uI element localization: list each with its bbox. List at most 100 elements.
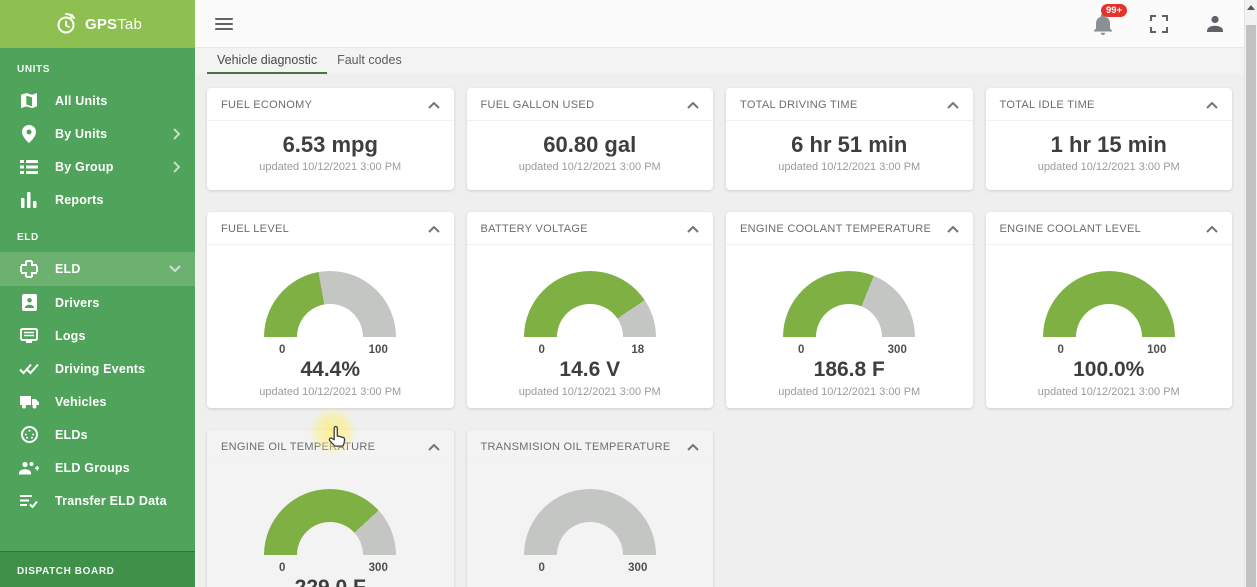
scrollbar-up-arrow-icon[interactable]: [1245, 0, 1257, 15]
sidebar-item-by-units[interactable]: By Units: [0, 117, 195, 150]
eld-device-icon: [19, 425, 39, 445]
notification-count-badge: 99+: [1101, 3, 1128, 17]
sidebar-item-eld[interactable]: ELD: [0, 252, 195, 286]
dashboard-content: FUEL ECONOMY 6.53 mpg updated 10/12/2021…: [195, 74, 1244, 587]
updated-timestamp: updated 10/12/2021 3:00 PM: [518, 161, 661, 173]
collapse-chevron-icon[interactable]: [946, 101, 959, 109]
card-engine-coolant-temperature: ENGINE COOLANT TEMPERATURE 0 300 186.8 F …: [726, 212, 973, 408]
card-fuel-gallon-used: FUEL GALLON USED 60.80 gal updated 10/12…: [466, 88, 713, 190]
scrollbar-thumb[interactable]: [1246, 25, 1256, 587]
collapse-chevron-icon[interactable]: [427, 225, 440, 233]
map-icon: [19, 91, 39, 111]
transfer-list-check-icon: [19, 491, 39, 511]
gauge-value: 100.0%: [1073, 358, 1145, 381]
collapse-chevron-icon[interactable]: [427, 101, 440, 109]
card-total-driving-time: TOTAL DRIVING TIME 6 hr 51 min updated 1…: [726, 88, 973, 190]
card-title: TRANSMISION OIL TEMPERATURE: [480, 441, 671, 453]
double-check-icon: [19, 359, 39, 379]
card-fuel-economy: FUEL ECONOMY 6.53 mpg updated 10/12/2021…: [207, 88, 454, 190]
gauge-max-label: 300: [628, 562, 648, 574]
gauge-min-label: 0: [279, 344, 286, 356]
collapse-chevron-icon[interactable]: [1206, 101, 1218, 109]
sidebar-section-eld: ELD: [17, 232, 39, 243]
group-add-icon: [19, 458, 39, 478]
account-button[interactable]: [1204, 13, 1226, 35]
card-engine-oil-temperature: ENGINE OIL TEMPERATURE 0 300 229.0 F: [207, 430, 454, 587]
collapse-chevron-icon[interactable]: [946, 225, 959, 233]
updated-timestamp: updated 10/12/2021 3:00 PM: [1037, 386, 1180, 398]
gauge-value: 44.4%: [300, 358, 361, 381]
sidebar-item-vehicles[interactable]: Vehicles: [0, 385, 195, 418]
chevron-right-icon: [173, 160, 181, 173]
collapse-chevron-icon[interactable]: [687, 443, 699, 451]
sidebar-bottom-section: DISPATCH BOARD: [0, 551, 195, 587]
collapse-chevron-icon[interactable]: [1206, 225, 1218, 233]
updated-timestamp: updated 10/12/2021 3:00 PM: [778, 161, 921, 173]
notifications-button[interactable]: 99+: [1092, 3, 1128, 35]
sidebar-section-units: UNITS: [17, 64, 50, 75]
topbar: 99+: [195, 0, 1244, 48]
menu-icon[interactable]: [215, 15, 233, 33]
updated-timestamp: updated 10/12/2021 3:00 PM: [259, 161, 402, 173]
fullscreen-icon: [1150, 14, 1168, 33]
sidebar-item-reports[interactable]: Reports: [0, 183, 195, 216]
gpstab-logo-icon: [53, 11, 79, 37]
collapse-chevron-icon[interactable]: [687, 101, 699, 109]
stat-value: 1 hr 15 min: [1050, 132, 1167, 157]
sidebar-item-driving-events[interactable]: Driving Events: [0, 352, 195, 385]
gauge-min-label: 0: [538, 562, 545, 574]
gauge-min-label: 0: [798, 344, 805, 356]
sidebar-item-all-units[interactable]: All Units: [0, 84, 195, 117]
sidebar-item-logs[interactable]: Logs: [0, 319, 195, 352]
fullscreen-button[interactable]: [1148, 13, 1170, 35]
gauge-chart: [523, 271, 656, 337]
bar-chart-icon: [19, 190, 39, 210]
tab-fault-codes[interactable]: Fault codes: [327, 53, 412, 74]
collapse-chevron-icon[interactable]: [427, 443, 440, 451]
gauge-chart: [264, 271, 397, 337]
sidebar-item-elds[interactable]: ELDs: [0, 418, 195, 451]
updated-timestamp: updated 10/12/2021 3:00 PM: [778, 386, 921, 398]
card-title: ENGINE OIL TEMPERATURE: [221, 441, 376, 453]
brand-name: GPSTab: [84, 15, 143, 33]
sidebar-item-by-group[interactable]: By Group: [0, 150, 195, 183]
card-battery-voltage: BATTERY VOLTAGE 0 18 14.6 V updated 10/12…: [466, 212, 713, 408]
gauge-chart: [264, 489, 397, 555]
gauge-value: 14.6 V: [559, 358, 621, 381]
truck-icon: [19, 392, 39, 412]
card-fuel-level: FUEL LEVEL 0 100 44.4% updated 10/12/2021…: [207, 212, 454, 408]
card-title: ENGINE COOLANT LEVEL: [999, 223, 1142, 235]
gauge-chart: [523, 489, 656, 555]
tab-bar: Vehicle diagnostic Fault codes: [195, 48, 1244, 74]
gauge-max-label: 100: [368, 344, 388, 356]
card-title: FUEL GALLON USED: [480, 99, 595, 111]
collapse-chevron-icon[interactable]: [687, 225, 699, 233]
sidebar: GPSTab UNITS All Units By Units By Group…: [0, 0, 195, 587]
sidebar-item-drivers[interactable]: Drivers: [0, 286, 195, 319]
person-icon: [1205, 14, 1225, 34]
tab-vehicle-diagnostic[interactable]: Vehicle diagnostic: [207, 53, 328, 74]
app-logo: GPSTab: [0, 0, 195, 48]
updated-timestamp: updated 10/12/2021 3:00 PM: [259, 386, 402, 398]
gauge-max-label: 300: [887, 344, 907, 356]
gauge-min-label: 0: [1057, 344, 1064, 356]
gauge-max-label: 300: [368, 562, 388, 574]
card-title: BATTERY VOLTAGE: [480, 223, 588, 235]
sidebar-section-dispatch-board: DISPATCH BOARD: [17, 566, 115, 577]
card-title: FUEL ECONOMY: [221, 99, 313, 111]
gauge-min-label: 0: [538, 344, 545, 356]
card-title: TOTAL DRIVING TIME: [740, 99, 858, 111]
sidebar-item-transfer-eld-data[interactable]: Transfer ELD Data: [0, 484, 195, 517]
vertical-scrollbar[interactable]: [1244, 0, 1257, 587]
card-title: ENGINE COOLANT TEMPERATURE: [740, 223, 932, 235]
location-pin-icon: [19, 124, 39, 144]
card-title: FUEL LEVEL: [221, 223, 290, 235]
updated-timestamp: updated 10/12/2021 3:00 PM: [518, 386, 661, 398]
gauge-value: 186.8 F: [813, 358, 885, 381]
gauge-value: 229.0 F: [295, 576, 366, 587]
stat-value: 6 hr 51 min: [791, 132, 908, 157]
sidebar-item-eld-groups[interactable]: ELD Groups: [0, 451, 195, 484]
chevron-right-icon: [173, 127, 181, 140]
stats-row: FUEL ECONOMY 6.53 mpg updated 10/12/2021…: [207, 88, 1232, 190]
card-title: TOTAL IDLE TIME: [999, 99, 1095, 111]
